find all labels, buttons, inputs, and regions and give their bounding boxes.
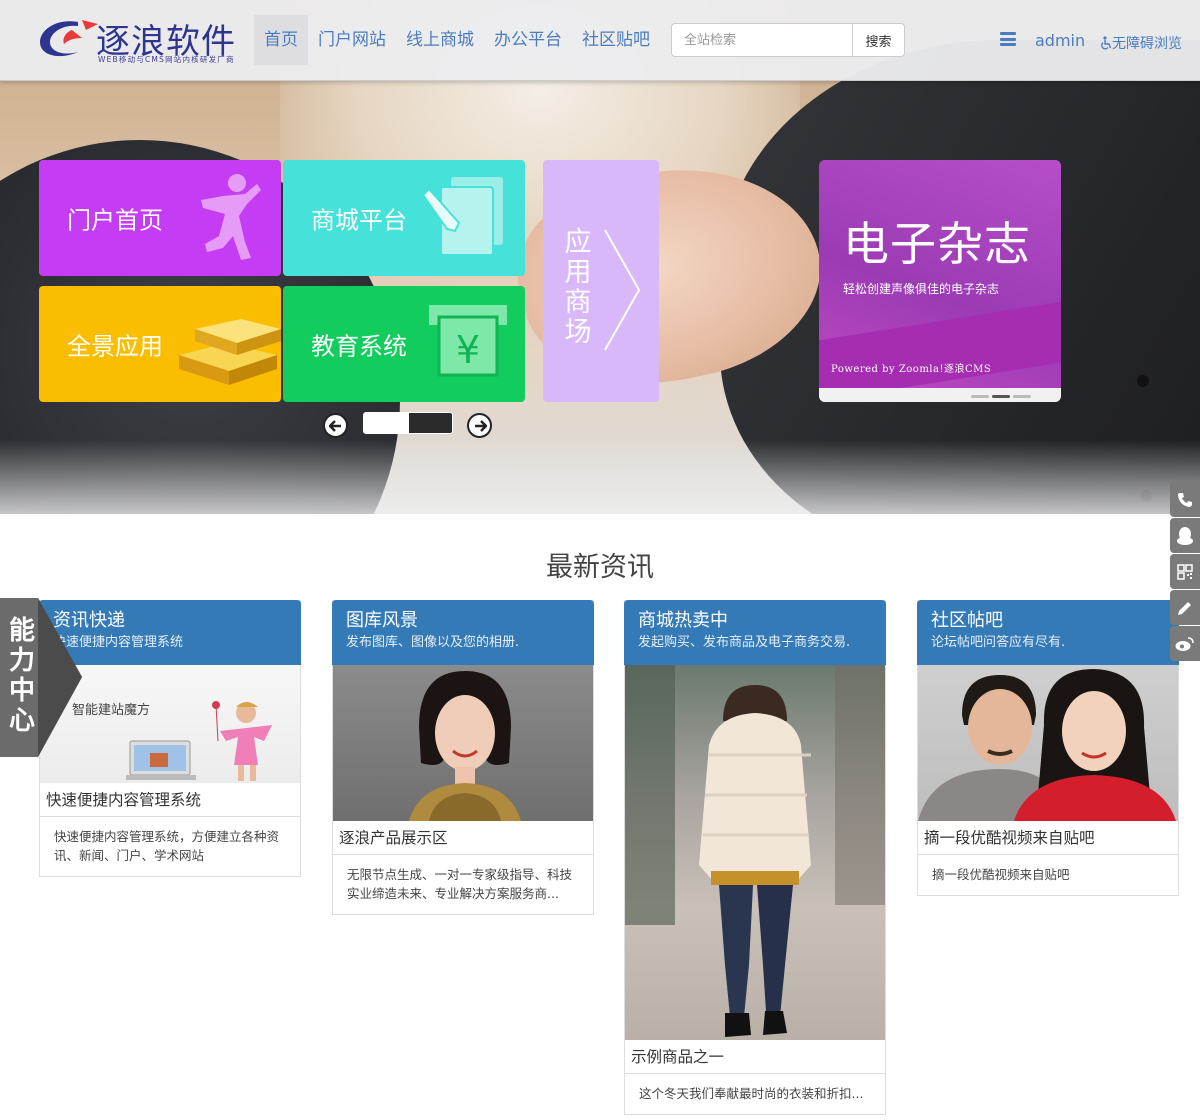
app-store-char: 用 [564,257,592,288]
gold-bars-icon [169,299,281,389]
weibo-button[interactable] [1170,626,1200,661]
logo-swoosh-icon [40,20,98,57]
card-title[interactable]: 图库风景 [346,610,580,632]
phone-icon [1178,492,1192,507]
magazine-powered-by: Powered by Zoomla!逐浪CMS [831,364,992,375]
nav-mall[interactable]: 线上商城 [396,15,484,65]
pager-dot[interactable] [971,395,989,398]
tile-education-system[interactable]: 教育系统 ¥ [283,286,525,402]
card-description: 摘一段优酷视频来自贴吧 [932,867,1070,882]
site-logo[interactable]: 逐浪软件 WEB移动与CMS网站内核研发厂商 [38,12,243,68]
news-card-mall[interactable]: 商城热卖中 发起购买、发布商品及电子商务交易. 示例商品之一 这个冬天我们奉献最… [624,600,886,1115]
tile-mall-label: 商城平台 [311,206,407,235]
app-store-char: 场 [564,317,592,348]
site-header: 逐浪软件 WEB移动与CMS网站内核研发厂商 首页 门户网站 线上商城 办公平台… [0,0,1200,81]
tile-panorama-app[interactable]: 全景应用 [39,286,281,402]
slider-progress[interactable] [363,412,453,434]
capability-tab-label: 能力中心 [8,616,35,736]
tile-app-store-label: 应 用 商 场 [561,228,595,348]
girl-laptop-illustration [126,701,272,781]
edit-icon [1178,601,1191,615]
card-header: 商城热卖中 发起购买、发布商品及电子商务交易. [624,600,886,665]
card-title[interactable]: 社区帖吧 [931,610,1165,632]
search-input[interactable] [671,23,852,57]
qrcode-button[interactable] [1170,554,1200,589]
slider-prev-button[interactable] [323,413,348,438]
qrcode-icon [1177,563,1193,580]
app-store-char: 应 [564,227,592,258]
card-header: 图库风景 发布图库、图像以及您的相册. [332,600,594,665]
nav-community[interactable]: 社区贴吧 [572,15,660,65]
magazine-title: 电子杂志 [843,217,1031,271]
tile-portal-home[interactable]: 门户首页 [39,160,281,276]
chevron-right-icon [604,229,641,351]
pager-dot[interactable] [1013,395,1031,398]
news-card-community[interactable]: 社区帖吧 论坛帖吧问答应有尽有. 摘一段优酷视频来自贴吧 摘一段优酷视频来自贴吧 [917,600,1179,896]
couple-portrait-illustration [918,669,1176,821]
card-caption[interactable]: 快速便捷内容管理系统 [40,783,300,817]
atm-yen-icon: ¥ [429,305,507,383]
card-subtitle: 发起购买、发布商品及电子商务交易. [638,635,851,650]
accessibility-label: 无障碍浏览 [1112,36,1182,52]
card-subtitle: 发布图库、图像以及您的相册. [346,635,520,650]
card-description: 无限节点生成、一对一专家级指导、科技实业缔造未来、专业解决方案服务商... [347,867,573,901]
magazine-pager[interactable] [971,395,1031,398]
user-link[interactable]: admin [1035,31,1085,50]
nav-portal[interactable]: 门户网站 [308,15,396,65]
news-card-gallery[interactable]: 图库风景 发布图库、图像以及您的相册. 逐浪产品展示区 无限节点生成、一对一专家… [332,600,594,915]
arrow-right-icon [474,419,487,432]
card-description: 快速便捷内容管理系统，方便建立各种资讯、新闻、门户、学术网站 [54,829,280,863]
accessibility-link[interactable]: 无障碍浏览 [1100,33,1182,53]
magazine-subtitle: 轻松创建声像俱佳的电子杂志 [843,282,1000,296]
nav-home[interactable]: 首页 [254,15,308,65]
tile-app-store[interactable]: 应 用 商 场 [543,160,659,402]
search-button[interactable]: 搜索 [852,23,905,57]
slider-segment-active [364,413,409,433]
hero-suit-button [1137,375,1149,387]
qq-button[interactable] [1170,518,1200,553]
card-image[interactable] [918,665,1178,821]
main-nav: 首页 门户网站 线上商城 办公平台 社区贴吧 [254,15,660,65]
card-header: 社区帖吧 论坛帖吧问答应有尽有. [917,600,1179,665]
phone-button[interactable] [1170,482,1200,517]
woman-portrait-illustration [409,671,521,821]
capability-center-tab[interactable]: 能力中心 [0,598,82,757]
site-search: 搜索 [671,23,905,57]
slider-segment [409,413,452,433]
hamburger-menu-icon[interactable] [1000,32,1016,46]
qq-icon [1177,526,1193,545]
tile-mall-platform[interactable]: 商城平台 [283,160,525,276]
card-title[interactable]: 资讯快递 [53,610,287,632]
card-image[interactable] [625,665,885,1040]
arrow-left-icon [328,419,341,432]
news-section-title: 最新资讯 [546,552,654,583]
card-image[interactable] [333,665,593,821]
card-caption[interactable]: 逐浪产品展示区 [333,821,593,855]
card-subtitle: 论坛帖吧问答应有尽有. [931,635,1066,650]
edit-button[interactable] [1170,590,1200,625]
card-title[interactable]: 商城热卖中 [638,610,872,632]
nav-office[interactable]: 办公平台 [484,15,572,65]
woman-in-coat-illustration [625,665,885,1037]
pager-dot-active[interactable] [992,395,1010,398]
app-store-char: 商 [564,287,592,318]
weibo-icon [1175,636,1194,651]
slider-next-button[interactable] [467,413,492,438]
hero-fade [0,440,1200,514]
card-caption[interactable]: 摘一段优酷视频来自贴吧 [918,821,1178,855]
tile-education-label: 教育系统 [311,332,407,361]
tile-panorama-label: 全景应用 [67,332,163,361]
wheelchair-icon [1101,36,1112,50]
tile-e-magazine[interactable]: 电子杂志 轻松创建声像俱佳的电子杂志 Powered by Zoomla!逐浪C… [819,160,1061,402]
card-caption[interactable]: 示例商品之一 [625,1040,885,1074]
tile-portal-label: 门户首页 [67,206,163,235]
document-edit-icon [421,173,507,263]
logo-tagline: WEB移动与CMS网站内核研发厂商 [98,55,235,64]
card-description: 这个冬天我们奉献最时尚的衣装和折扣... [639,1086,864,1101]
dancer-icon [193,170,263,266]
floating-contact-bar [1170,482,1200,662]
svg-text:¥: ¥ [456,328,480,372]
card-subtitle: 快速便捷内容管理系统 [53,635,184,650]
